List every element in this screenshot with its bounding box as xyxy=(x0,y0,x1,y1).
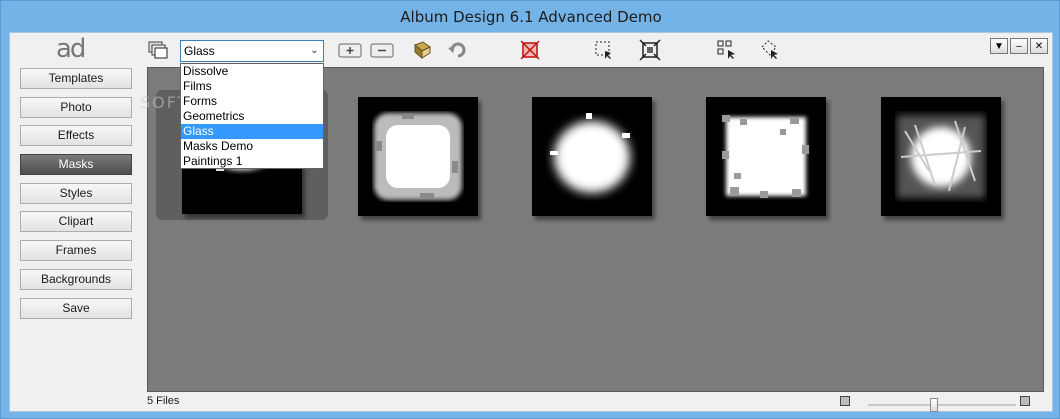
dropdown-option[interactable]: Forms xyxy=(181,94,323,109)
dropdown-option-selected[interactable]: Glass xyxy=(181,124,323,139)
close-icon: ✕ xyxy=(1034,40,1044,52)
sidebar-item-effects[interactable]: Effects xyxy=(20,125,132,147)
window-title: Album Design 6.1 Advanced Demo xyxy=(400,7,662,26)
chevron-down-icon: ⌄ xyxy=(310,45,319,56)
title-bar[interactable]: Album Design 6.1 Advanced Demo xyxy=(1,1,1060,32)
sidebar-item-styles[interactable]: Styles xyxy=(20,182,132,204)
delete-frame-icon[interactable] xyxy=(518,38,542,62)
layers-icon[interactable] xyxy=(146,38,170,62)
status-file-count: 5 Files xyxy=(147,395,180,407)
sidebar-item-masks[interactable]: Masks xyxy=(20,154,132,176)
sidebar-item-templates[interactable]: Templates xyxy=(20,68,132,89)
add-folder-icon[interactable] xyxy=(338,38,362,62)
zoom-in-icon[interactable] xyxy=(1020,396,1030,406)
sidebar-item-save[interactable]: Save xyxy=(20,297,132,319)
panel-close-button[interactable]: ✕ xyxy=(1030,38,1048,54)
client-area: ad Glass ⌄ ▼ – ✕ Templates Photo Effects… xyxy=(9,32,1053,412)
sidebar-item-clipart[interactable]: Clipart xyxy=(20,211,132,233)
book-icon[interactable] xyxy=(410,38,434,62)
dropdown-option[interactable]: Films xyxy=(181,79,323,94)
mask-thumbnail[interactable] xyxy=(358,97,478,216)
rotate-select-icon[interactable] xyxy=(758,38,782,62)
sidebar-item-photo[interactable]: Photo xyxy=(20,96,132,118)
select-area-icon[interactable] xyxy=(592,38,616,62)
mask-thumbnail[interactable] xyxy=(881,97,1001,216)
dropdown-option[interactable]: Paintings 1 xyxy=(181,154,323,169)
remove-folder-icon[interactable] xyxy=(370,38,394,62)
category-dropdown-list: Dissolve Films Forms Geometrics Glass Ma… xyxy=(180,63,324,169)
zoom-slider-track[interactable] xyxy=(868,404,1016,406)
minimize-icon: – xyxy=(1016,40,1022,52)
dropdown-option[interactable]: Geometrics xyxy=(181,109,323,124)
mask-thumbnail[interactable] xyxy=(532,97,652,216)
category-select[interactable]: Glass ⌄ xyxy=(180,40,324,62)
panel-minimize-button[interactable]: – xyxy=(1010,38,1028,54)
zoom-slider-thumb[interactable] xyxy=(930,398,938,412)
toolbar: Glass ⌄ xyxy=(146,36,1046,66)
zoom-out-icon[interactable] xyxy=(840,396,850,406)
fit-frame-icon[interactable] xyxy=(638,38,662,62)
dropdown-option[interactable]: Masks Demo xyxy=(181,139,323,154)
app-logo: ad xyxy=(56,34,86,64)
multi-select-icon[interactable] xyxy=(716,38,740,62)
dropdown-option[interactable]: Dissolve xyxy=(181,64,323,79)
sidebar-item-frames[interactable]: Frames xyxy=(20,240,132,262)
app-window: Album Design 6.1 Advanced Demo ad Glass … xyxy=(0,0,1060,419)
sidebar-item-backgrounds[interactable]: Backgrounds xyxy=(20,268,132,290)
category-select-value: Glass xyxy=(184,44,215,58)
mask-thumbnail[interactable] xyxy=(706,97,826,216)
caret-down-icon: ▼ xyxy=(994,40,1004,52)
sidebar: Templates Photo Effects Masks Styles Cli… xyxy=(20,68,134,326)
undo-icon[interactable] xyxy=(445,38,469,62)
panel-menu-button[interactable]: ▼ xyxy=(990,38,1008,54)
